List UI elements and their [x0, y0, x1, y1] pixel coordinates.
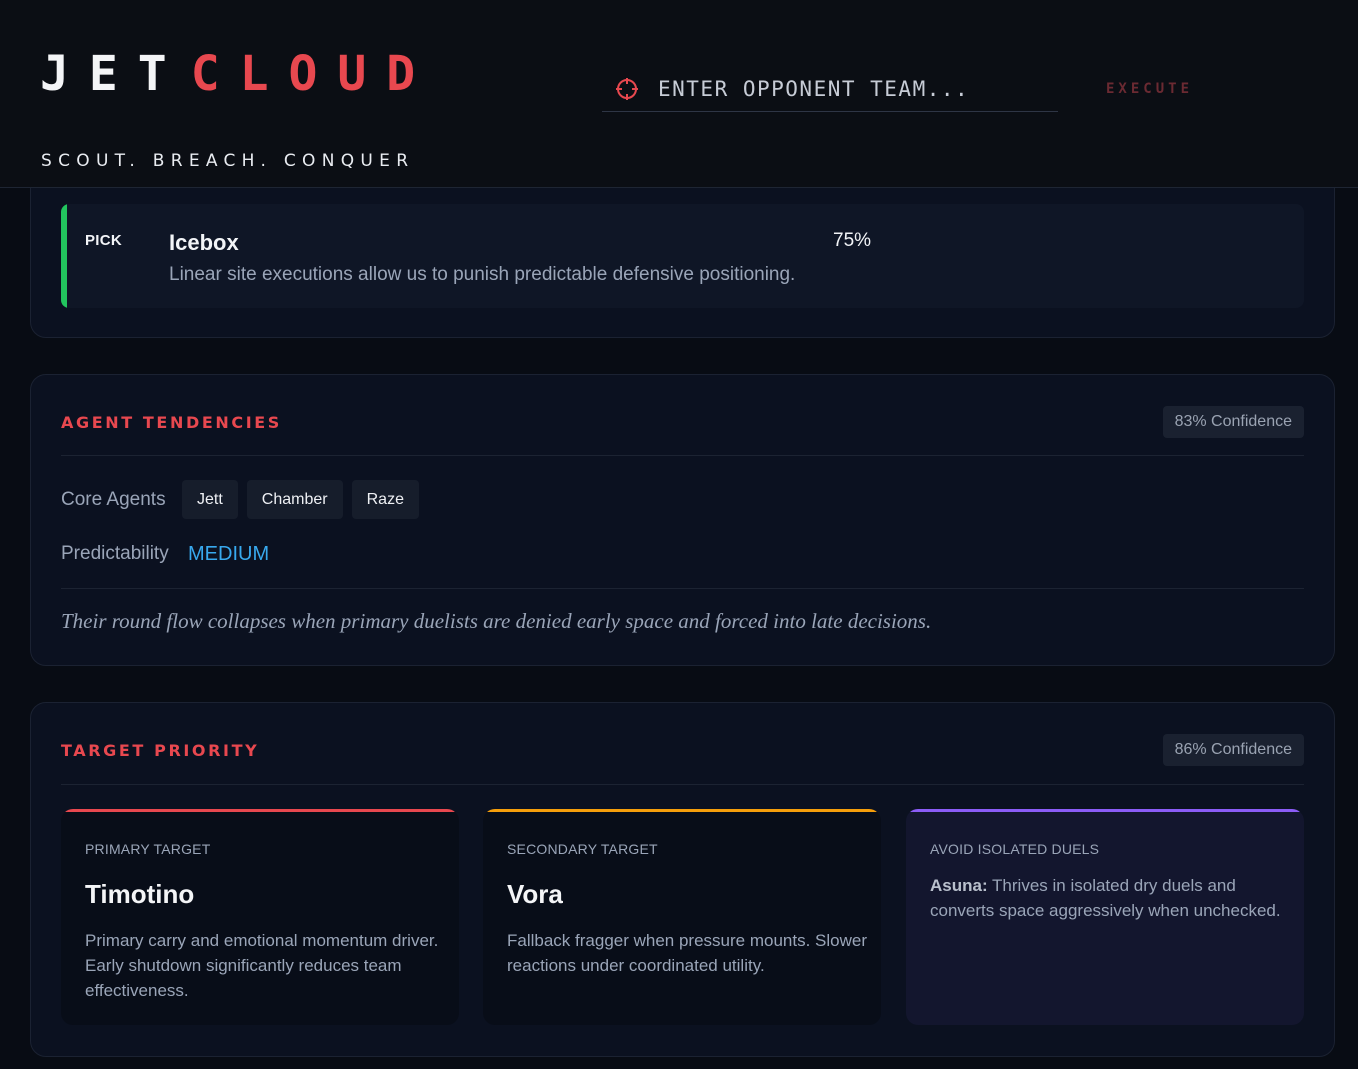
agent-chip: Jett [182, 480, 238, 519]
brand-tagline: SCOUT. BREACH. CONQUER [41, 151, 415, 171]
brand-part-1: JET [40, 46, 187, 102]
secondary-target-card: SECONDARY TARGET Vora Fallback fragger w… [483, 809, 881, 1025]
core-agents-list: Jett Chamber Raze [182, 480, 419, 519]
brand-logo: JETCLOUD [40, 48, 435, 100]
pick-accent-bar [61, 204, 67, 308]
core-agents-label: Core Agents [61, 489, 166, 510]
panel-divider [61, 784, 1304, 785]
target-name: Timotino [85, 879, 195, 909]
map-name: Icebox [169, 230, 239, 255]
target-type: PRIMARY TARGET [85, 841, 211, 857]
map-reason: Linear site executions allow us to punis… [169, 264, 796, 285]
target-type: SECONDARY TARGET [507, 841, 658, 857]
round-flow-note: Their round flow collapses when primary … [61, 609, 932, 633]
pick-tag: PICK [85, 232, 123, 249]
agent-tendencies-title: AGENT TENDENCIES [61, 413, 282, 432]
target-type: AVOID ISOLATED DUELS [930, 841, 1100, 857]
target-confidence-badge: 86% Confidence [1162, 734, 1304, 766]
agent-chip: Raze [351, 480, 419, 519]
avoid-player-name: Asuna: [930, 876, 988, 895]
target-priority-panel: TARGET PRIORITY 86% Confidence PRIMARY T… [30, 702, 1335, 1057]
target-description: Fallback fragger when pressure mounts. S… [507, 931, 867, 975]
map-pick-row: PICK Icebox 75% Linear site executions a… [61, 204, 1304, 308]
target-priority-title: TARGET PRIORITY [61, 741, 260, 760]
primary-target-card: PRIMARY TARGET Timotino Primary carry an… [61, 809, 459, 1025]
execute-button[interactable]: EXECUTE [1106, 81, 1193, 97]
agent-confidence-badge: 83% Confidence [1162, 406, 1304, 438]
agent-chip: Chamber [246, 480, 343, 519]
opponent-search [602, 66, 1058, 112]
opponent-search-input[interactable] [658, 74, 1048, 104]
brand-part-2: CLOUD [190, 46, 436, 102]
crosshair-icon [616, 78, 638, 100]
primary-accent-bar [61, 809, 459, 812]
agent-tendencies-panel: AGENT TENDENCIES 83% Confidence Core Age… [30, 374, 1335, 666]
app-header: JETCLOUD SCOUT. BREACH. CONQUER EXECUTE [0, 0, 1358, 188]
panel-divider [61, 588, 1304, 589]
panel-divider [61, 455, 1304, 456]
predictability-value: MEDIUM [188, 543, 270, 565]
secondary-accent-bar [483, 809, 881, 812]
avoid-accent-bar [906, 809, 1304, 812]
map-win-percent: 75% [833, 230, 872, 251]
avoid-description: Asuna: Thrives in isolated dry duels and… [930, 873, 1290, 923]
target-name: Vora [507, 879, 563, 909]
avoid-duels-card: AVOID ISOLATED DUELS Asuna: Thrives in i… [906, 809, 1304, 1025]
predictability-label: Predictability [61, 543, 169, 564]
target-description: Primary carry and emotional momentum dri… [85, 931, 439, 1000]
